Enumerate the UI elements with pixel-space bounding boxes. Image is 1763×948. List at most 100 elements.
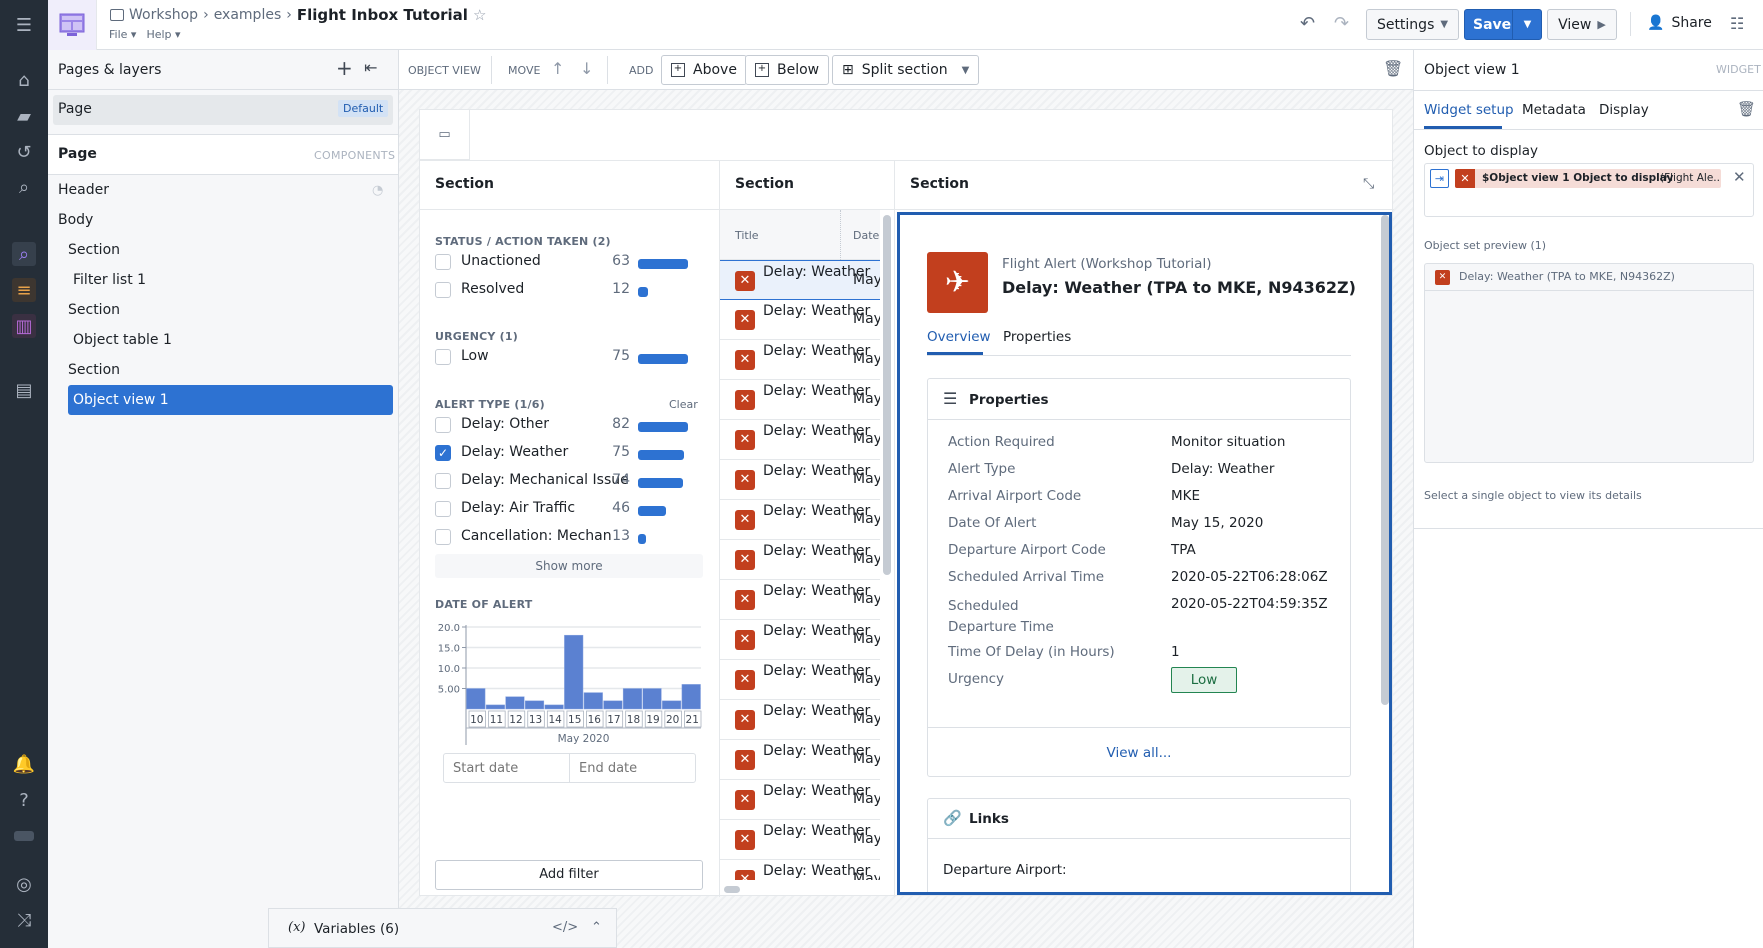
filter-option-label[interactable]: Delay: Air Traffic bbox=[461, 500, 575, 516]
filter-checkbox[interactable] bbox=[435, 417, 451, 433]
page-item[interactable]: Page Default bbox=[53, 95, 393, 125]
object-to-display-field[interactable]: ⇥ ✕ $Object view 1 Object to display (Fl… bbox=[1424, 163, 1754, 217]
column-header-date[interactable]: Date bbox=[853, 229, 879, 242]
panel-toggle-icon[interactable]: ☷ bbox=[1730, 14, 1744, 33]
filter-checkbox[interactable] bbox=[435, 529, 451, 545]
chart-app-icon[interactable]: ▥ bbox=[12, 314, 36, 338]
clear-variable-icon[interactable]: ✕ bbox=[1733, 168, 1746, 186]
variable-input-icon[interactable]: ⇥ bbox=[1430, 169, 1449, 188]
table-row[interactable]: ✕ Delay: Weather May bbox=[720, 820, 880, 860]
save-options-caret[interactable]: ▼ bbox=[1512, 9, 1542, 40]
move-up-icon[interactable]: ↑ bbox=[551, 59, 564, 78]
column-header-title[interactable]: Title bbox=[735, 229, 759, 242]
filter-option-label[interactable]: Cancellation: Mechanical... bbox=[461, 528, 611, 544]
object-view-widget[interactable]: ✈ Flight Alert (Workshop Tutorial) Delay… bbox=[897, 212, 1392, 895]
help-icon[interactable]: ? bbox=[12, 788, 36, 812]
add-above-button[interactable]: + Above bbox=[661, 55, 747, 85]
shuffle-icon[interactable]: ⤨ bbox=[12, 908, 36, 932]
table-row[interactable]: ✕ Delay: Weather May bbox=[720, 540, 880, 580]
filter-checkbox[interactable] bbox=[435, 473, 451, 489]
variable-chip[interactable]: ✕ $Object view 1 Object to display (Flig… bbox=[1455, 169, 1721, 188]
vertical-scrollbar[interactable] bbox=[883, 215, 891, 575]
add-page-icon[interactable]: + bbox=[336, 56, 353, 80]
preview-list-item[interactable]: ✕ Delay: Weather (TPA to MKE, N94362Z) bbox=[1425, 264, 1753, 291]
table-row[interactable]: ✕ Delay: Weather May bbox=[720, 620, 880, 660]
table-row[interactable]: ✕ Delay: Weather May bbox=[720, 300, 880, 340]
table-row[interactable]: ✕ Delay: Weather May bbox=[720, 700, 880, 740]
files-icon[interactable]: ▤ bbox=[12, 378, 36, 402]
tab-display[interactable]: Display bbox=[1599, 102, 1649, 118]
view-all-link[interactable]: View all... bbox=[928, 745, 1350, 761]
header-widget-icon[interactable]: ▭ bbox=[420, 110, 470, 160]
view-button[interactable]: View ▶ bbox=[1547, 9, 1617, 40]
globe-icon[interactable]: ◎ bbox=[12, 872, 36, 896]
filter-checkbox-checked[interactable]: ✓ bbox=[435, 445, 451, 461]
layer-section[interactable]: Section bbox=[68, 362, 120, 378]
filter-option-label[interactable]: Delay: Weather bbox=[461, 444, 568, 460]
filter-checkbox[interactable] bbox=[435, 501, 451, 517]
table-row[interactable]: ✕ Delay: Weather May bbox=[720, 780, 880, 820]
add-below-button[interactable]: + Below bbox=[745, 55, 830, 85]
object-explorer-icon[interactable]: ⌕ bbox=[12, 242, 36, 266]
minimize-icon[interactable]: ⤡ bbox=[1363, 176, 1374, 192]
layer-section[interactable]: Section bbox=[68, 302, 120, 318]
layer-section[interactable]: Section bbox=[68, 242, 120, 258]
breadcrumb-workshop[interactable]: Workshop bbox=[129, 7, 198, 23]
filter-checkbox[interactable] bbox=[435, 282, 451, 298]
filter-option-label[interactable]: Low bbox=[461, 348, 489, 364]
notifications-icon[interactable]: 🔔 bbox=[12, 752, 36, 776]
table-row[interactable]: ✕ Delay: Weather May bbox=[720, 580, 880, 620]
variables-panel[interactable]: (x) Variables (6) </> ⌃ bbox=[268, 908, 617, 948]
delete-widget-icon[interactable]: 🗑 bbox=[1383, 59, 1403, 78]
tab-widget-setup[interactable]: Widget setup bbox=[1424, 102, 1514, 118]
tab-overview[interactable]: Overview bbox=[927, 329, 991, 345]
tab-metadata[interactable]: Metadata bbox=[1522, 102, 1586, 118]
clear-filter-link[interactable]: Clear bbox=[669, 398, 698, 411]
file-menu[interactable]: File ▾ bbox=[109, 28, 136, 41]
settings-button[interactable]: Settings ▼ bbox=[1366, 9, 1459, 40]
funnel-app-icon[interactable]: ≡ bbox=[12, 278, 36, 302]
filter-checkbox[interactable] bbox=[435, 254, 451, 270]
end-date-input[interactable] bbox=[570, 754, 695, 782]
chevron-up-icon[interactable]: ⌃ bbox=[591, 920, 602, 935]
folder-icon[interactable]: ▰ bbox=[12, 104, 36, 128]
collapse-menu-icon[interactable]: ☰ bbox=[12, 13, 36, 37]
tab-properties[interactable]: Properties bbox=[1003, 329, 1071, 345]
filter-option-label[interactable]: Unactioned bbox=[461, 253, 541, 269]
layer-filter-list[interactable]: Filter list 1 bbox=[73, 272, 146, 288]
user-avatar[interactable] bbox=[12, 824, 36, 848]
collapse-panel-icon[interactable]: ⇤ bbox=[364, 58, 377, 77]
table-row[interactable]: ✕ Delay: Weather May bbox=[720, 380, 880, 420]
layer-object-table[interactable]: Object table 1 bbox=[73, 332, 172, 348]
layer-object-view-selected[interactable]: Object view 1 bbox=[68, 385, 393, 415]
hidden-eye-icon[interactable]: ◔ bbox=[372, 183, 383, 198]
help-menu[interactable]: Help ▾ bbox=[146, 28, 180, 41]
table-row[interactable]: ✕ Delay: Weather May bbox=[720, 740, 880, 780]
filter-checkbox[interactable] bbox=[435, 349, 451, 365]
filter-option-label[interactable]: Delay: Other bbox=[461, 416, 549, 432]
move-down-icon[interactable]: ↓ bbox=[580, 59, 593, 78]
split-section-button[interactable]: ⊞ Split section ▼ bbox=[832, 55, 980, 85]
table-row[interactable]: ✕ Delay: Weather May bbox=[720, 260, 880, 300]
date-histogram[interactable]: 5.00 10.0 15.0 20.0 10 11 12 13 14 15 16 17 18 19 20 21… bbox=[430, 615, 710, 745]
table-row[interactable]: ✕ Delay: Weather May bbox=[720, 420, 880, 460]
object-view-scrollbar[interactable] bbox=[1381, 215, 1389, 705]
history-icon[interactable]: ↺ bbox=[12, 140, 36, 164]
share-button[interactable]: 👤 Share bbox=[1647, 15, 1712, 31]
start-date-input[interactable] bbox=[444, 754, 570, 782]
breadcrumb-examples[interactable]: examples bbox=[214, 7, 282, 23]
table-row[interactable]: ✕ Delay: Weather May bbox=[720, 460, 880, 500]
table-row[interactable]: ✕ Delay: Weather May bbox=[720, 340, 880, 380]
redo-icon[interactable]: ↷ bbox=[1334, 13, 1349, 34]
layer-header[interactable]: Header bbox=[58, 182, 109, 198]
search-icon[interactable]: ⌕ bbox=[12, 175, 36, 199]
show-more-button[interactable]: Show more bbox=[435, 554, 703, 578]
delete-icon[interactable]: 🗑 bbox=[1737, 100, 1756, 118]
home-icon[interactable]: ⌂ bbox=[12, 68, 36, 92]
horizontal-scrollbar[interactable] bbox=[724, 886, 740, 893]
table-row[interactable]: ✕ Delay: Weather May bbox=[720, 500, 880, 540]
table-row[interactable]: ✕ Delay: Weather May bbox=[720, 660, 880, 700]
undo-icon[interactable]: ↶ bbox=[1300, 13, 1315, 34]
code-icon[interactable]: </> bbox=[552, 920, 578, 935]
filter-option-label[interactable]: Resolved bbox=[461, 281, 524, 297]
